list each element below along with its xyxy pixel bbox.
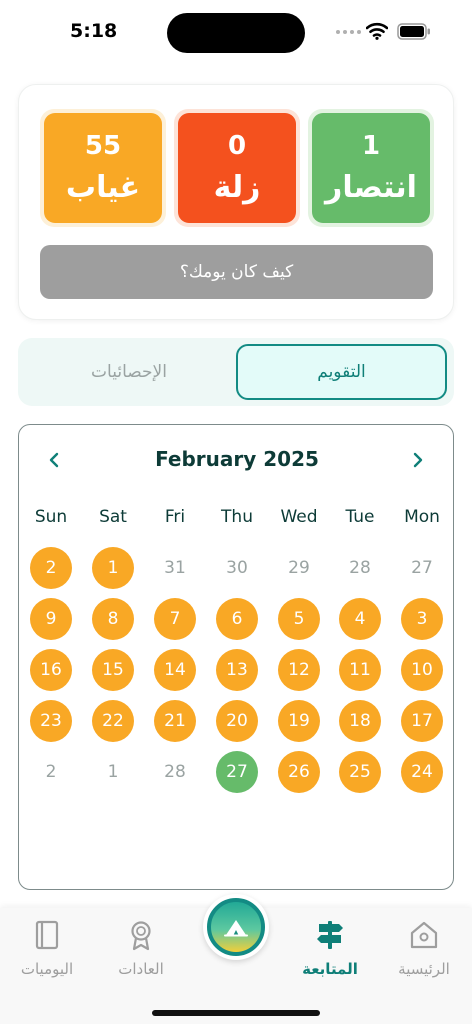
status-time: 5:18 bbox=[70, 20, 118, 42]
calendar-day[interactable]: 15 bbox=[92, 649, 134, 691]
calendar-day[interactable]: 16 bbox=[30, 649, 72, 691]
absent-stat: 55 غياب bbox=[40, 109, 166, 227]
calendar-day[interactable]: 18 bbox=[339, 700, 381, 742]
weekday-sun: Sun bbox=[34, 507, 68, 527]
calendar-day[interactable]: 21 bbox=[154, 700, 196, 742]
calendar-day[interactable]: 23 bbox=[30, 700, 72, 742]
calendar-day[interactable]: 1 bbox=[92, 547, 134, 589]
calendar-day[interactable]: 2 bbox=[30, 751, 72, 793]
weekday-fri: Fri bbox=[164, 507, 186, 527]
nav-item-habits[interactable]: العادات bbox=[96, 918, 186, 978]
calendar-day[interactable]: 31 bbox=[154, 547, 196, 589]
signpost-icon bbox=[317, 921, 343, 949]
next-month-button[interactable] bbox=[403, 445, 433, 475]
calendar-day[interactable]: 20 bbox=[216, 700, 258, 742]
weekday-thu: Thu bbox=[221, 507, 253, 527]
calendar-day[interactable]: 6 bbox=[216, 598, 258, 640]
calendar-day[interactable]: 2 bbox=[30, 547, 72, 589]
bottom-nav: اليوميات العادات المتابعة الرئيسية bbox=[0, 894, 472, 1024]
slip-count: 0 bbox=[227, 131, 247, 161]
chevron-left-icon bbox=[49, 452, 59, 468]
wifi-icon bbox=[366, 22, 388, 40]
summary-card: 55 غياب 0 زلة 1 انتصار كيف كان يومك؟ bbox=[18, 84, 454, 320]
weekday-tue: Tue bbox=[345, 507, 375, 527]
calendar-day[interactable]: 3 bbox=[401, 598, 443, 640]
absent-count: 55 bbox=[84, 131, 122, 161]
calendar-day[interactable]: 26 bbox=[278, 751, 320, 793]
victory-label: انتصار bbox=[325, 170, 417, 205]
battery-icon bbox=[397, 23, 430, 40]
calendar-day[interactable]: 27 bbox=[216, 751, 258, 793]
nav-item-diaries[interactable]: اليوميات bbox=[2, 918, 92, 978]
calendar-day[interactable]: 10 bbox=[401, 649, 443, 691]
calendar-day[interactable]: 25 bbox=[339, 751, 381, 793]
tent-icon bbox=[224, 920, 248, 937]
calendar-day[interactable]: 5 bbox=[278, 598, 320, 640]
slip-stat: 0 زلة bbox=[174, 109, 300, 227]
calendar: February 2025 Sun Sat Fri Thu Wed Tue Mon 2 1 31… bbox=[18, 424, 454, 890]
weekday-wed: Wed bbox=[280, 507, 318, 527]
weekday-header: Sun Sat Fri Thu Wed Tue Mon bbox=[19, 507, 455, 529]
calendar-day[interactable]: 14 bbox=[154, 649, 196, 691]
calendar-day[interactable]: 13 bbox=[216, 649, 258, 691]
chevron-right-icon bbox=[413, 452, 423, 468]
calendar-day[interactable]: 28 bbox=[339, 547, 381, 589]
calendar-day[interactable]: 17 bbox=[401, 700, 443, 742]
calendar-day[interactable]: 27 bbox=[401, 547, 443, 589]
calendar-day[interactable]: 4 bbox=[339, 598, 381, 640]
calendar-day[interactable]: 30 bbox=[216, 547, 258, 589]
dynamic-island bbox=[167, 13, 305, 53]
tab-calendar[interactable]: التقويم bbox=[236, 344, 447, 400]
calendar-day[interactable]: 9 bbox=[30, 598, 72, 640]
cellular-signal-icon bbox=[336, 30, 361, 34]
weekday-mon: Mon bbox=[404, 507, 440, 527]
calendar-day[interactable]: 12 bbox=[278, 649, 320, 691]
calendar-day[interactable]: 11 bbox=[339, 649, 381, 691]
view-tabs: الإحصائيات التقويم bbox=[18, 338, 454, 406]
calendar-day[interactable]: 29 bbox=[278, 547, 320, 589]
nav-label-diaries: اليوميات bbox=[20, 960, 74, 978]
calendar-month-title: February 2025 bbox=[155, 447, 319, 471]
victory-stat: 1 انتصار bbox=[308, 109, 434, 227]
nav-item-home[interactable]: الرئيسية bbox=[379, 918, 469, 978]
calendar-day[interactable]: 7 bbox=[154, 598, 196, 640]
tab-statistics[interactable]: الإحصائيات bbox=[24, 344, 234, 400]
calendar-day[interactable]: 28 bbox=[154, 751, 196, 793]
calendar-day[interactable]: 1 bbox=[92, 751, 134, 793]
calendar-day[interactable]: 19 bbox=[278, 700, 320, 742]
slip-label: زلة bbox=[213, 170, 261, 205]
nav-item-tracking[interactable]: المتابعة bbox=[285, 918, 375, 978]
calendar-day[interactable]: 22 bbox=[92, 700, 134, 742]
absent-label: غياب bbox=[65, 170, 141, 205]
status-bar: 5:18 bbox=[0, 0, 472, 64]
center-action-button[interactable] bbox=[203, 894, 269, 960]
book-icon bbox=[35, 920, 59, 950]
nav-label-tracking: المتابعة bbox=[302, 960, 358, 978]
nav-label-habits: العادات bbox=[118, 960, 164, 978]
weekday-sat: Sat bbox=[99, 507, 127, 527]
how-was-your-day-button[interactable]: كيف كان يومك؟ bbox=[40, 245, 433, 299]
victory-count: 1 bbox=[361, 131, 381, 161]
calendar-day[interactable]: 8 bbox=[92, 598, 134, 640]
nav-label-home: الرئيسية bbox=[398, 960, 450, 978]
house-icon bbox=[410, 921, 438, 949]
prev-month-button[interactable] bbox=[39, 445, 69, 475]
award-ribbon-icon bbox=[131, 921, 151, 951]
home-indicator bbox=[152, 1010, 320, 1016]
calendar-day[interactable]: 24 bbox=[401, 751, 443, 793]
